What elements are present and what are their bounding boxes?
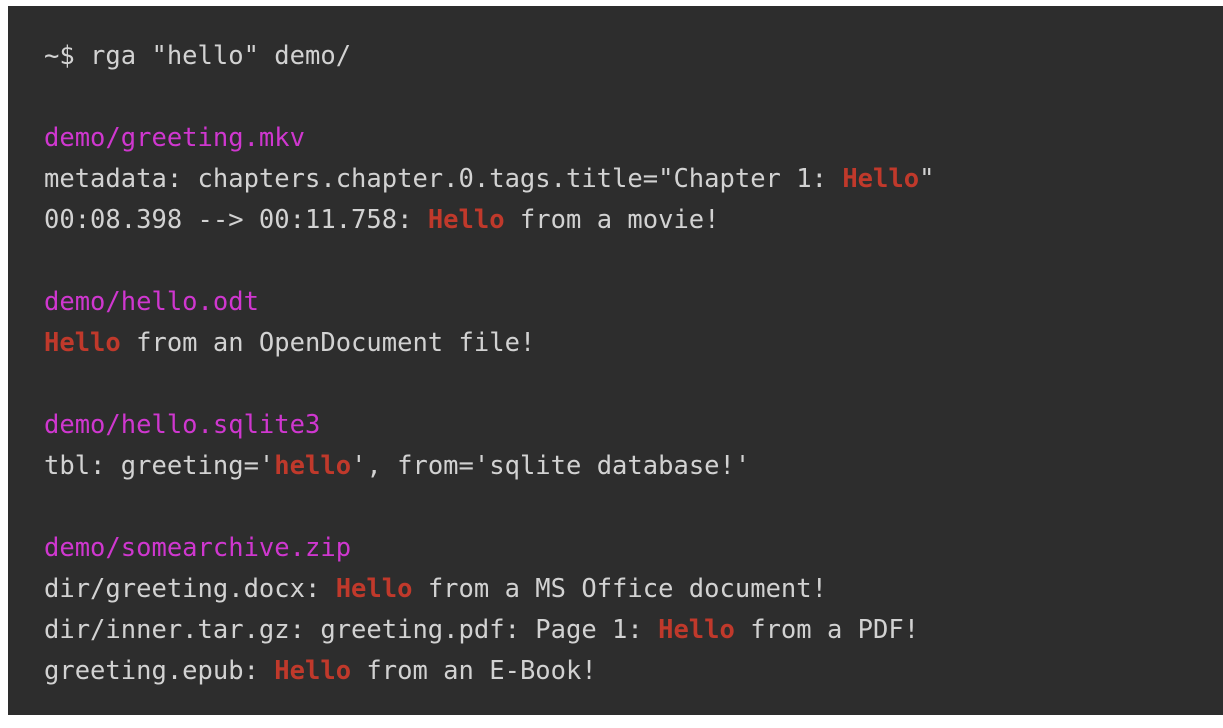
output-text: " bbox=[919, 164, 935, 194]
output-text: from an OpenDocument file! bbox=[120, 328, 536, 358]
search-match-highlight: Hello bbox=[658, 615, 735, 645]
terminal-window[interactable]: ~$ rga "hello" demo/ demo/greeting.mkv me… bbox=[8, 6, 1223, 715]
output-text: from a movie! bbox=[504, 205, 720, 235]
search-match-highlight: Hello bbox=[44, 328, 121, 358]
result-line: dir/inner.tar.gz: greeting.pdf: Page 1: … bbox=[44, 610, 1223, 651]
output-text: dir/greeting.docx: bbox=[44, 574, 336, 604]
search-match-highlight: Hello bbox=[842, 164, 920, 194]
file-path-text: demo/hello.sqlite3 bbox=[44, 410, 321, 440]
search-match-highlight: Hello bbox=[274, 656, 352, 686]
file-path-header: demo/greeting.mkv bbox=[44, 118, 1223, 159]
file-path-text: demo/hello.odt bbox=[44, 287, 259, 317]
file-path-header: demo/somearchive.zip bbox=[44, 528, 1223, 569]
search-match-highlight: Hello bbox=[427, 205, 505, 235]
file-path-text: demo/somearchive.zip bbox=[44, 533, 352, 563]
output-text: ', from='sqlite database!' bbox=[351, 451, 751, 481]
result-line: metadata: chapters.chapter.0.tags.title=… bbox=[44, 159, 1223, 200]
file-path-text: demo/greeting.mkv bbox=[44, 123, 305, 153]
search-match-highlight: Hello bbox=[335, 574, 413, 604]
terminal-output[interactable]: ~$ rga "hello" demo/ demo/greeting.mkv me… bbox=[44, 36, 1223, 692]
command-line: ~$ rga "hello" demo/ bbox=[44, 36, 1223, 77]
search-match-highlight: hello bbox=[274, 451, 352, 481]
output-text: from a PDF! bbox=[734, 615, 920, 645]
output-text: ~$ rga "hello" demo/ bbox=[44, 41, 352, 71]
output-text: greeting.epub: bbox=[44, 656, 275, 686]
output-text: metadata: chapters.chapter.0.tags.title=… bbox=[44, 164, 843, 194]
result-line: Hello from an OpenDocument file! bbox=[44, 323, 1223, 364]
result-line: 00:08.398 --> 00:11.758: Hello from a mo… bbox=[44, 200, 1223, 241]
file-path-header: demo/hello.sqlite3 bbox=[44, 405, 1223, 446]
output-text: 00:08.398 --> 00:11.758: bbox=[44, 205, 428, 235]
result-line: dir/greeting.docx: Hello from a MS Offic… bbox=[44, 569, 1223, 610]
file-path-header: demo/hello.odt bbox=[44, 282, 1223, 323]
output-text: tbl: greeting=' bbox=[44, 451, 275, 481]
output-text: dir/inner.tar.gz: greeting.pdf: Page 1: bbox=[44, 615, 659, 645]
result-line: greeting.epub: Hello from an E-Book! bbox=[44, 651, 1223, 692]
output-text: from a MS Office document! bbox=[412, 574, 827, 604]
result-line: tbl: greeting='hello', from='sqlite data… bbox=[44, 446, 1223, 487]
output-text: from an E-Book! bbox=[351, 656, 597, 686]
